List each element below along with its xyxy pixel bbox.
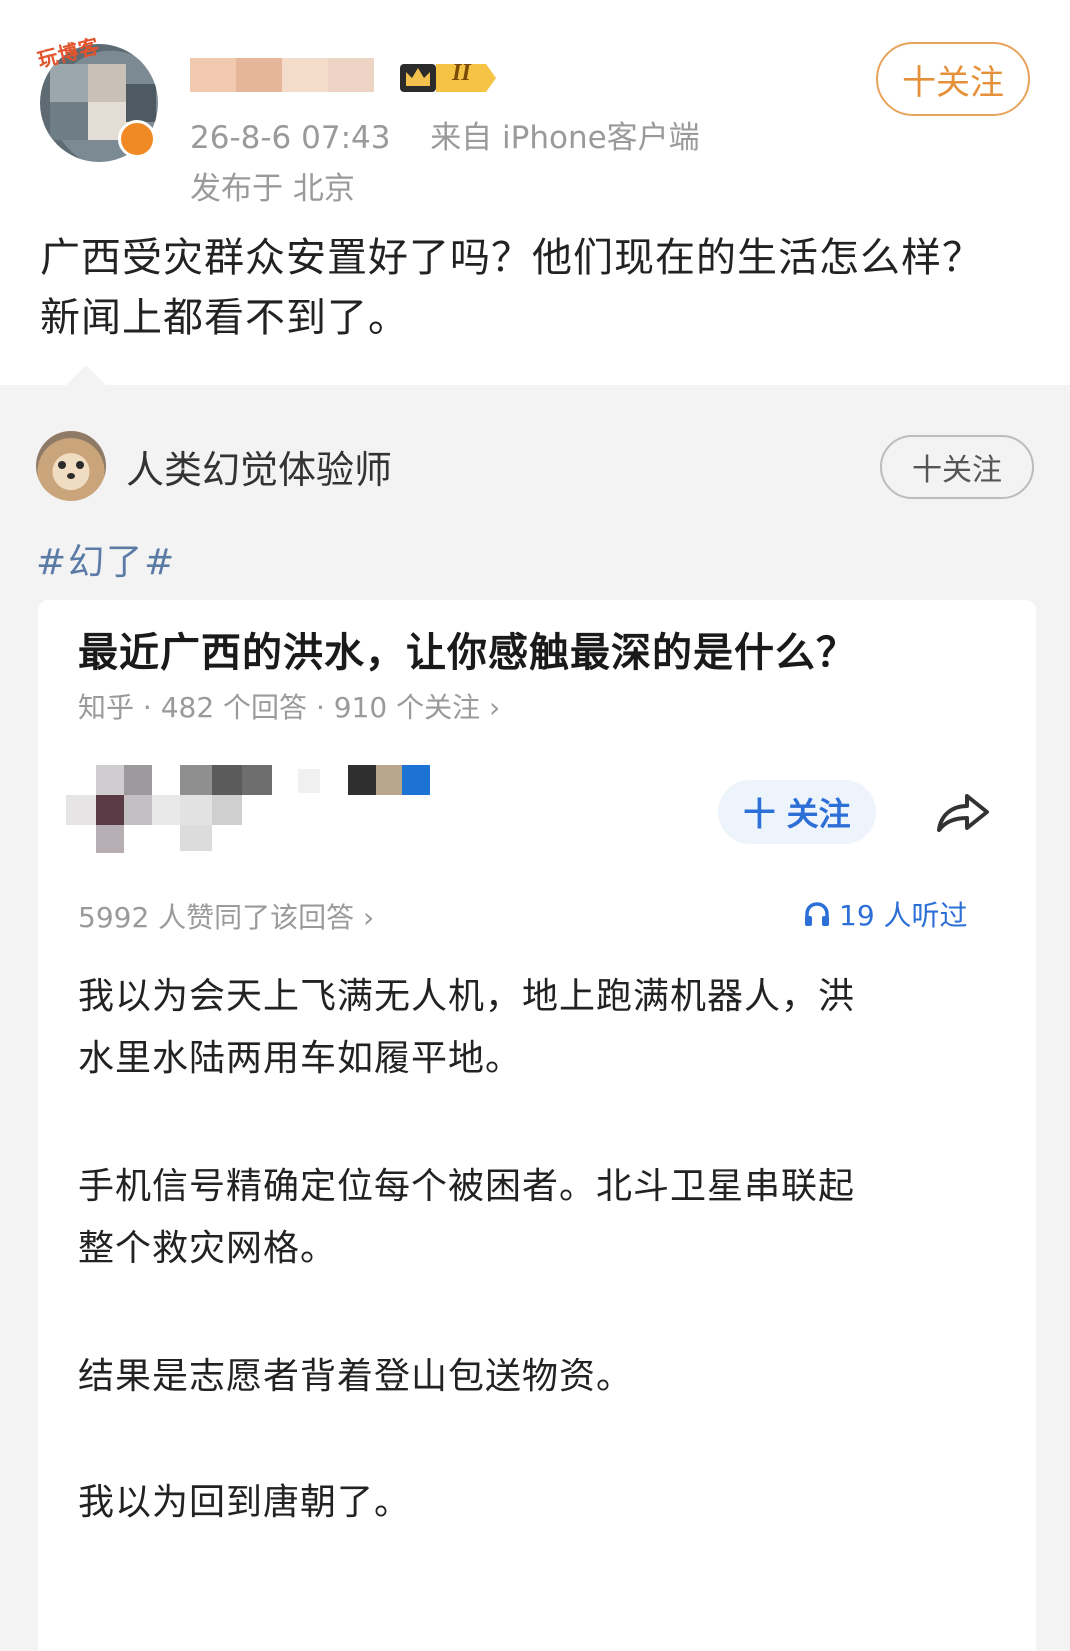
hashtag-link[interactable]: #幻了# xyxy=(36,533,176,585)
post-meta: 26-8-6 07:43 来自 iPhone客户端 xyxy=(190,112,700,157)
post-text: 广西受灾群众安置好了吗？他们现在的生活怎么样？ 新闻上都看不到了。 xyxy=(40,228,1040,348)
follow-label: 十 关注 xyxy=(743,795,851,833)
repost-user-name[interactable]: 人类幻觉体验师 xyxy=(126,439,392,494)
answer-line: 手机信号精确定位每个被困者。北斗卫星串联起 xyxy=(78,1166,856,1207)
zhihu-answer-card: 最近广西的洪水，让你感触最深的是什么？ 知乎 · 482 个回答 · 910 个… xyxy=(38,600,1036,1651)
answer-paragraph: 手机信号精确定位每个被困者。北斗卫星串联起 整个救灾网格。 xyxy=(78,1156,978,1280)
level-badge: II xyxy=(398,56,500,96)
post-text-line: 广西受灾群众安置好了吗？他们现在的生活怎么样？ xyxy=(40,235,983,281)
listen-text: 19 人听过 xyxy=(839,899,968,932)
follow-label: 十关注 xyxy=(912,453,1002,488)
answer-paragraph: 我以为回到唐朝了。 xyxy=(78,1472,978,1534)
post-source[interactable]: 来自 iPhone客户端 xyxy=(430,120,700,156)
post-location: 发布于 北京 xyxy=(190,171,355,207)
zhihu-follow-button[interactable]: 十 关注 xyxy=(718,780,876,844)
agree-count[interactable]: 5992 人赞同了该回答 › xyxy=(78,896,374,936)
answer-paragraph: 结果是志愿者背着登山包送物资。 xyxy=(78,1346,978,1408)
answer-line: 结果是志愿者背着登山包送物资。 xyxy=(78,1356,634,1397)
answer-paragraph: 我以为会天上飞满无人机，地上跑满机器人，洪 水里水陆两用车如履平地。 xyxy=(78,966,978,1090)
answer-line: 我以为回到唐朝了。 xyxy=(78,1482,412,1523)
verified-badge-icon xyxy=(118,120,156,158)
crown-icon xyxy=(400,64,436,92)
answerer-info-blurred[interactable] xyxy=(66,765,446,855)
share-arrow-icon[interactable] xyxy=(933,790,991,836)
post-text-line: 新闻上都看不到了。 xyxy=(40,295,409,341)
repost-follow-button[interactable]: 十关注 xyxy=(880,435,1034,499)
poster-name-blurred[interactable] xyxy=(190,52,375,96)
answer-line: 我以为会天上飞满无人机，地上跑满机器人，洪 xyxy=(78,976,856,1017)
repost-user-avatar[interactable] xyxy=(36,431,106,501)
question-title[interactable]: 最近广西的洪水，让你感触最深的是什么？ xyxy=(78,620,857,678)
original-post: 玩博客 II 26-8-6 07:43 来自 iPhone客户端 发布于 北京 … xyxy=(0,0,1070,385)
follow-label: 十关注 xyxy=(902,62,1004,103)
level-text: II xyxy=(452,60,471,86)
listen-count[interactable]: 19 人听过 xyxy=(803,894,968,934)
answer-line: 整个救灾网格。 xyxy=(78,1228,338,1269)
follow-button[interactable]: 十关注 xyxy=(876,42,1030,116)
question-meta[interactable]: 知乎 · 482 个回答 · 910 个关注 › xyxy=(78,686,500,726)
headphones-icon xyxy=(805,902,829,926)
answer-line: 水里水陆两用车如履平地。 xyxy=(78,1038,523,1079)
post-time: 26-8-6 07:43 xyxy=(190,120,391,156)
